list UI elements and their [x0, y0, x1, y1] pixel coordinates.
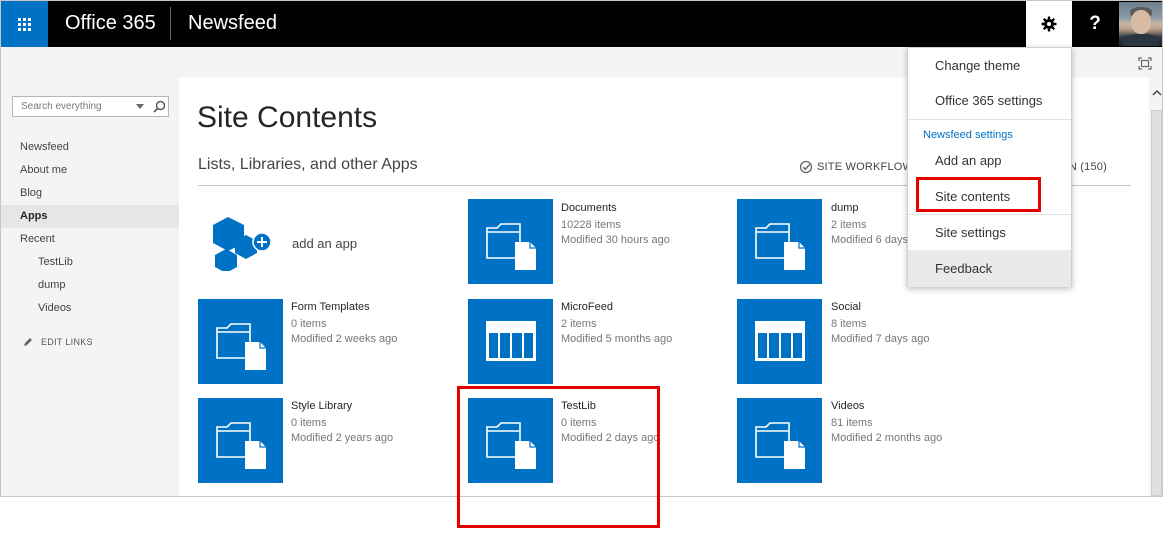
settings-menu: Change theme Office 365 settings Newsfee… [907, 47, 1072, 287]
document-library-icon [216, 422, 266, 469]
nav-item-newsfeed[interactable]: Newsfeed [20, 141, 69, 153]
pencil-icon [24, 338, 32, 346]
app-launcher-button[interactable] [1, 1, 48, 47]
site-workflows-link[interactable]: SITE WORKFLOWS [799, 160, 921, 174]
add-app-icon[interactable] [213, 215, 275, 271]
search-input[interactable]: Search everything [12, 96, 169, 117]
add-app-link[interactable]: add an app [292, 236, 357, 251]
gear-icon [1041, 16, 1057, 32]
tile-item-count: 2 items [831, 219, 867, 231]
menu-separator [908, 119, 1071, 120]
edit-links-button[interactable]: EDIT LINKS [23, 337, 93, 347]
tile-title[interactable]: Form Templates [291, 301, 370, 313]
highlight-site-contents [916, 177, 1041, 212]
tile-modified: Modified 6 days [831, 234, 909, 246]
site-workflows-label: SITE WORKFLOWS [817, 161, 921, 173]
tile-modified: Modified 5 months ago [561, 333, 673, 345]
menu-site-settings[interactable]: Site settings [935, 225, 1006, 240]
edit-links-label: EDIT LINKS [41, 337, 93, 347]
tile-style-library[interactable] [198, 398, 283, 483]
section-title: Lists, Libraries, and other Apps [198, 156, 418, 173]
tile-title[interactable]: MicroFeed [561, 301, 613, 313]
tile-item-count: 0 items [291, 417, 327, 429]
list-icon [755, 321, 805, 361]
list-icon [486, 321, 536, 361]
tile-videos[interactable] [737, 398, 822, 483]
tile-modified: Modified 2 weeks ago [291, 333, 398, 345]
tile-modified: Modified 30 hours ago [561, 234, 670, 246]
avatar[interactable] [1119, 2, 1162, 46]
tile-item-count: 0 items [291, 318, 327, 330]
tile-form-templates[interactable] [198, 299, 283, 384]
nav-recent-testlib[interactable]: TestLib [38, 256, 73, 268]
settings-button[interactable] [1026, 1, 1072, 47]
menu-feedback[interactable]: Feedback [935, 261, 992, 276]
search-scope-chevron-icon[interactable] [136, 104, 144, 109]
search-icon[interactable] [153, 100, 166, 113]
document-library-icon [486, 223, 536, 270]
tile-title[interactable]: Videos [831, 400, 864, 412]
tile-social[interactable] [737, 299, 822, 384]
menu-office365-settings[interactable]: Office 365 settings [935, 93, 1042, 108]
tile-title[interactable]: Style Library [291, 400, 352, 412]
nav-item-apps[interactable]: Apps [20, 210, 48, 222]
help-button[interactable]: ? [1072, 1, 1118, 47]
nav-item-blog[interactable]: Blog [20, 187, 42, 199]
tile-modified: Modified 2 months ago [831, 432, 943, 444]
tile-title[interactable]: Social [831, 301, 861, 313]
waffle-icon [18, 17, 31, 31]
app-title[interactable]: Newsfeed [188, 12, 277, 35]
tile-documents[interactable] [468, 199, 553, 284]
document-library-icon [755, 223, 805, 270]
tile-title[interactable]: dump [831, 202, 859, 214]
left-nav: Search everything Newsfeed About me Blog… [1, 77, 179, 496]
tile-modified: Modified 2 years ago [291, 432, 394, 444]
tile-item-count: 10228 items [561, 219, 621, 231]
page-title: Site Contents [197, 101, 378, 134]
menu-change-theme[interactable]: Change theme [935, 58, 1020, 73]
highlight-testlib-tile [457, 386, 660, 528]
scroll-up-arrow-icon[interactable] [1151, 87, 1163, 99]
brand-divider [170, 7, 171, 40]
tile-item-count: 2 items [561, 318, 597, 330]
tile-microfeed[interactable] [468, 299, 553, 384]
suite-bar: Office 365 Newsfeed ? [1, 1, 1162, 47]
scrollbar-thumb[interactable] [1151, 110, 1162, 496]
nav-recent-dump[interactable]: dump [38, 279, 66, 291]
document-library-icon [755, 422, 805, 469]
menu-separator [908, 214, 1071, 215]
menu-section-newsfeed-settings: Newsfeed settings [923, 129, 1013, 141]
tile-modified: Modified 7 days ago [831, 333, 930, 345]
workflow-check-icon [799, 160, 813, 174]
focus-on-content-icon[interactable] [1138, 57, 1152, 70]
nav-recent-videos[interactable]: Videos [38, 302, 71, 314]
tile-item-count: 81 items [831, 417, 873, 429]
brand-link[interactable]: Office 365 [65, 12, 156, 35]
document-library-icon [216, 323, 266, 370]
nav-item-recent[interactable]: Recent [20, 233, 55, 245]
tile-title[interactable]: Documents [561, 202, 617, 214]
menu-add-an-app[interactable]: Add an app [935, 153, 1002, 168]
search-placeholder: Search everything [21, 101, 102, 112]
tile-item-count: 8 items [831, 318, 867, 330]
tile-dump[interactable] [737, 199, 822, 284]
nav-item-about-me[interactable]: About me [20, 164, 67, 176]
